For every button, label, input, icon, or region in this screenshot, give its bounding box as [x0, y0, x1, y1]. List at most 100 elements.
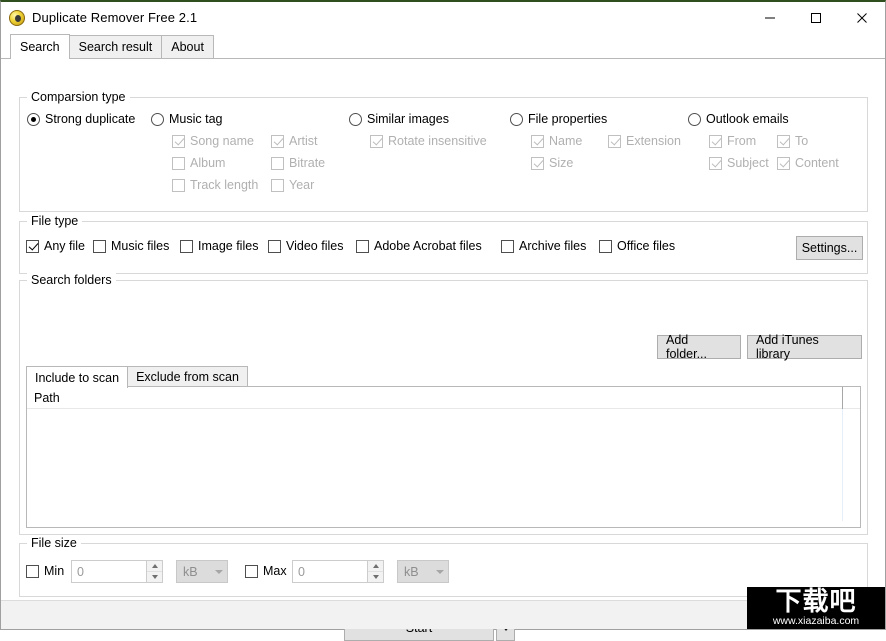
radio-label: Outlook emails: [706, 112, 789, 126]
checkbox-artist: Artist: [271, 134, 317, 148]
radio-label: Similar images: [367, 112, 449, 126]
stepper-down-icon[interactable]: [368, 572, 383, 582]
checkbox-indicator: [26, 564, 39, 578]
minimize-icon[interactable]: [747, 2, 793, 33]
tab-search[interactable]: Search: [10, 34, 70, 59]
search-folders-group: Search folders Add folder... Add iTunes …: [19, 273, 868, 535]
radio-music-tag[interactable]: Music tag: [151, 112, 223, 126]
stepper-up-icon[interactable]: [368, 561, 383, 572]
tab-include-to-scan[interactable]: Include to scan: [26, 366, 129, 388]
checkbox-indicator: [271, 156, 284, 170]
checkbox-label: Size: [549, 156, 574, 170]
checkbox-min-size[interactable]: Min: [26, 564, 64, 578]
min-size-unit-value: kB: [183, 564, 198, 579]
checkbox-label: Music files: [111, 239, 170, 253]
checkbox-rotate-insensitive: Rotate insensitive: [370, 134, 487, 148]
search-panel: Comparsion type Strong duplicate Music t…: [1, 59, 885, 641]
radio-indicator: [510, 112, 523, 126]
checkbox-label: Artist: [289, 134, 318, 148]
checkbox-label: From: [727, 134, 757, 148]
column-divider[interactable]: [842, 387, 843, 409]
file-size-legend: File size: [27, 536, 81, 550]
max-size-unit-value: kB: [404, 564, 419, 579]
file-type-legend: File type: [27, 214, 83, 228]
radio-label: Music tag: [169, 112, 223, 126]
add-folder-button[interactable]: Add folder...: [657, 333, 741, 361]
file-size-group: File size Min 0 kB Max 0 kB: [19, 536, 868, 597]
folder-list-header: Path: [27, 387, 860, 409]
max-size-input[interactable]: 0: [292, 560, 367, 583]
radio-label: Strong duplicate: [45, 112, 136, 126]
search-folders-legend: Search folders: [27, 273, 116, 287]
max-size-spinner[interactable]: 0: [292, 560, 384, 583]
checkbox-label: Album: [190, 156, 226, 170]
checkbox-indicator: [26, 239, 39, 253]
radio-indicator: [349, 112, 362, 126]
checkbox-indicator: [180, 239, 193, 253]
checkbox-label: Bitrate: [289, 156, 326, 170]
tab-search-result[interactable]: Search result: [68, 35, 163, 58]
checkbox-subject: Subject: [709, 156, 769, 170]
min-size-stepper[interactable]: [146, 560, 163, 583]
checkbox-indicator: [709, 156, 722, 170]
chevron-down-icon: [436, 569, 444, 574]
checkbox-indicator: [93, 239, 106, 253]
radio-label: File properties: [528, 112, 608, 126]
tab-exclude-from-scan[interactable]: Exclude from scan: [127, 366, 248, 387]
checkbox-extension: Extension: [608, 134, 681, 148]
checkbox-indicator: [777, 134, 790, 148]
column-grid-line: [842, 409, 843, 521]
radio-outlook-emails[interactable]: Outlook emails: [688, 112, 789, 126]
maximize-icon[interactable]: [793, 2, 839, 33]
checkbox-song-name: Song name: [172, 134, 254, 148]
checkbox-office-files[interactable]: Office files: [599, 239, 675, 253]
tab-about[interactable]: About: [161, 35, 214, 58]
checkbox-max-size[interactable]: Max: [245, 564, 287, 578]
settings-button[interactable]: Settings...: [796, 236, 863, 260]
min-size-input[interactable]: 0: [71, 560, 146, 583]
checkbox-any-file[interactable]: Any file: [26, 239, 85, 253]
radio-file-properties[interactable]: File properties: [510, 112, 607, 126]
checkbox-label: Office files: [617, 239, 676, 253]
checkbox-size: Size: [531, 156, 573, 170]
checkbox-label: Name: [549, 134, 583, 148]
max-size-unit-select[interactable]: kB: [397, 560, 449, 583]
stepper-up-icon[interactable]: [147, 561, 162, 572]
max-size-stepper[interactable]: [367, 560, 384, 583]
folder-list[interactable]: Path: [26, 386, 861, 528]
checkbox-name: Name: [531, 134, 582, 148]
comparison-type-group: Comparsion type Strong duplicate Music t…: [19, 90, 868, 212]
checkbox-from: From: [709, 134, 756, 148]
checkbox-label: Year: [289, 178, 315, 192]
checkbox-indicator: [271, 134, 284, 148]
site-watermark: 下载吧 www.xiazaiba.com: [747, 587, 885, 629]
checkbox-video-files[interactable]: Video files: [268, 239, 343, 253]
stepper-down-icon[interactable]: [147, 572, 162, 582]
radio-strong-duplicate[interactable]: Strong duplicate: [27, 112, 135, 126]
checkbox-indicator: [268, 239, 281, 253]
min-size-spinner[interactable]: 0: [71, 560, 163, 583]
checkbox-archive-files[interactable]: Archive files: [501, 239, 586, 253]
comparison-type-legend: Comparsion type: [27, 90, 130, 104]
watermark-brand: 下载吧: [775, 587, 857, 617]
checkbox-content: Content: [777, 156, 839, 170]
column-header-path: Path: [34, 390, 60, 405]
add-itunes-library-button[interactable]: Add iTunes library: [747, 333, 862, 361]
checkbox-indicator: [531, 134, 544, 148]
checkbox-label: Song name: [190, 134, 254, 148]
watermark-url: www.xiazaiba.com: [772, 615, 860, 627]
file-type-group: File type Any file Music files Image fil…: [19, 214, 868, 274]
checkbox-music-files[interactable]: Music files: [93, 239, 169, 253]
checkbox-bitrate: Bitrate: [271, 156, 325, 170]
radio-similar-images[interactable]: Similar images: [349, 112, 449, 126]
checkbox-label: Image files: [198, 239, 259, 253]
checkbox-indicator: [356, 239, 369, 253]
main-tab-strip: Search Search result About: [1, 33, 885, 59]
checkbox-label: Track length: [190, 178, 259, 192]
checkbox-label: Rotate insensitive: [388, 134, 487, 148]
min-size-unit-select[interactable]: kB: [176, 560, 228, 583]
close-icon[interactable]: [839, 2, 885, 33]
checkbox-adobe-acrobat-files[interactable]: Adobe Acrobat files: [356, 239, 482, 253]
checkbox-label: Extension: [626, 134, 681, 148]
checkbox-image-files[interactable]: Image files: [180, 239, 258, 253]
